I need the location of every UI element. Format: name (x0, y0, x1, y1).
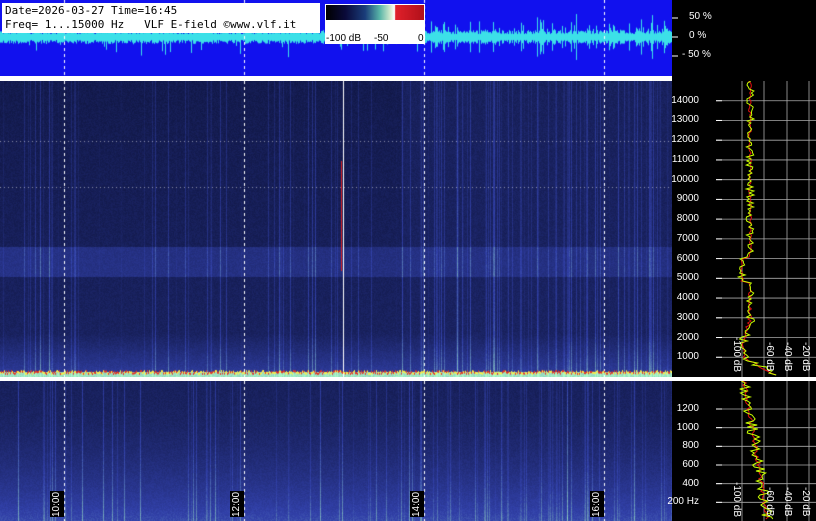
db-label-40-hi: -40 dB (782, 342, 793, 372)
freq-tick-label: 4000 (676, 292, 699, 304)
time-label-1000: 10:00 (50, 491, 64, 517)
freq-tick-label: 1000 (676, 421, 699, 433)
colorbar-tick-mid: -50 (374, 33, 389, 44)
color-gradient (326, 5, 424, 20)
vlf-spectrogram-display: Date=2026-03-27 Time=16:45 Freq= 1...150… (0, 0, 816, 521)
freq-tick-label: 200 Hz (667, 496, 699, 508)
colorbar-tick-max: 0 (418, 33, 424, 44)
spectrogram-low-band (0, 381, 672, 521)
db-label-40-lo: -40 dB (782, 487, 793, 517)
time-label-1200: 12:00 (230, 491, 244, 517)
freq-tick-label: 7000 (676, 232, 699, 244)
db-label-60-hi: -60 dB (764, 342, 775, 372)
db-label-20-hi: -20 dB (800, 342, 811, 372)
info-box: Date=2026-03-27 Time=16:45 Freq= 1...150… (2, 3, 320, 33)
freq-tick-label: 5000 (676, 272, 699, 284)
freq-tick-label: 13000 (671, 114, 699, 126)
spectrogram-full-band (0, 81, 672, 377)
freq-tick-label: 9000 (676, 193, 699, 205)
pct-label-neg50: - 50 % (682, 49, 711, 60)
freq-tick-label: 400 (682, 477, 699, 489)
freq-tick-label: 10000 (671, 173, 699, 185)
freq-tick-label: 600 (682, 459, 699, 470)
db-label-60-lo: -60 dB (764, 487, 775, 517)
color-scale-legend: -100 dB -50 0 (325, 4, 425, 44)
freq-tick-label: 11000 (671, 153, 699, 165)
freq-tick-label: 2000 (676, 331, 699, 343)
freq-tick-label: 14000 (671, 94, 699, 106)
time-label-1600: 16:00 (590, 491, 604, 517)
freq-tick-label: 8000 (676, 213, 699, 225)
freq-tick-label: 800 (682, 440, 699, 452)
colorbar-tick-min: -100 dB (326, 33, 362, 44)
freq-label: Freq= 1...15000 Hz VLF E-field ©www.vlf.… (5, 18, 297, 31)
pct-label-50: 50 % (689, 11, 712, 22)
freq-tick-label: 1000 (676, 351, 699, 363)
freq-tick-label: 12000 (671, 134, 699, 146)
db-label-100-hi: -100 dB (731, 337, 742, 373)
freq-tick-label: 3000 (676, 311, 699, 323)
freq-tick-label: 6000 (676, 252, 699, 264)
date-time-label: Date=2026-03-27 Time=16:45 (5, 4, 178, 17)
db-label-100-lo: -100 dB (731, 482, 742, 518)
waveform-scale: 50 % 0 % - 50 % (672, 0, 816, 76)
pct-label-0: 0 % (689, 30, 707, 41)
time-label-1400: 14:00 (410, 491, 424, 517)
freq-tick-label: 1200 (676, 403, 699, 414)
db-label-20-lo: -20 dB (800, 487, 811, 517)
